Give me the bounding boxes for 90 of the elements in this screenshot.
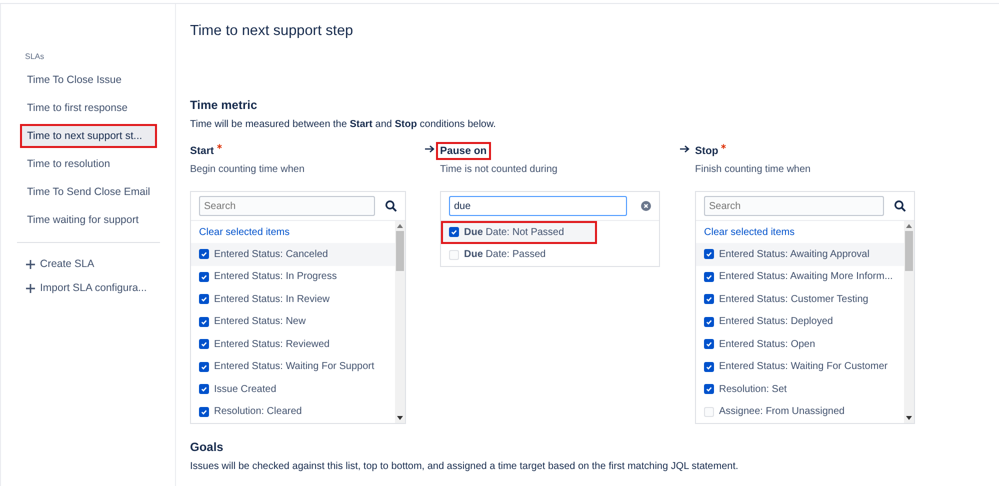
checkbox[interactable] <box>704 316 714 327</box>
option-label: Entered Status: Awaiting Approval <box>719 248 870 260</box>
checkbox[interactable] <box>704 249 714 260</box>
search-icon[interactable] <box>385 200 397 212</box>
option-label: Assignee: From Unassigned <box>719 406 845 418</box>
option-label: Due Date: Not Passed <box>464 226 564 238</box>
sidebar-item[interactable]: Time to resolution <box>20 152 157 176</box>
page-title: Time to next support step <box>190 23 354 39</box>
search-field[interactable]: due <box>449 196 627 216</box>
option-label: Entered Status: New <box>214 316 306 328</box>
option-item[interactable]: Entered Status: Waiting For Customer <box>696 356 904 378</box>
section-heading: Goals <box>190 440 224 454</box>
option-item[interactable]: Entered Status: Customer Testing <box>696 288 904 310</box>
option-label: Entered Status: Customer Testing <box>719 294 868 305</box>
option-label: Issue Created <box>214 384 276 395</box>
option-item[interactable]: Entered Status: New <box>191 310 395 333</box>
option-item[interactable]: Due Date: Not Passed <box>441 221 597 244</box>
scrollbar-thumb[interactable] <box>396 231 404 271</box>
sidebar-heading: SLAs <box>25 52 46 61</box>
sidebar-item[interactable]: Time to next support st... <box>20 124 157 148</box>
checkbox[interactable] <box>704 339 714 350</box>
checkbox[interactable] <box>199 339 209 350</box>
sidebar-item[interactable]: Time To Send Close Email <box>20 180 157 204</box>
option-item[interactable]: Entered Status: Reviewed <box>191 333 395 356</box>
checkbox[interactable] <box>199 316 209 327</box>
option-label: Entered Status: Open <box>719 338 816 350</box>
condition-label: Stop <box>694 144 720 159</box>
condition-hint: Finish counting time when <box>695 164 812 175</box>
checkbox[interactable] <box>704 362 714 372</box>
condition-label: Start <box>189 144 215 159</box>
option-label: Entered Status: Canceled <box>214 248 328 260</box>
plus-icon <box>26 260 35 268</box>
option-label: Entered Status: In Review <box>214 294 330 305</box>
clear-selected-link[interactable]: Clear selected items <box>696 221 904 243</box>
option-item[interactable]: Due Date: Passed <box>441 244 659 266</box>
option-label: Resolution: Set <box>719 384 787 395</box>
scrollbar-thumb[interactable] <box>905 231 913 271</box>
scrollbar[interactable] <box>904 221 914 423</box>
option-item[interactable]: Entered Status: Awaiting More Inform... <box>696 266 904 288</box>
scroll-down-icon[interactable] <box>397 416 403 420</box>
sidebar-action[interactable]: Create SLA <box>20 255 157 273</box>
condition-label: Pause on <box>436 142 491 160</box>
option-label: Resolution: Cleared <box>214 406 302 418</box>
scroll-up-icon[interactable] <box>397 224 403 228</box>
option-item[interactable]: Entered Status: Deployed <box>696 310 904 333</box>
checkbox[interactable] <box>449 227 459 238</box>
option-item[interactable]: Resolution: Cleared <box>191 400 395 423</box>
search-field[interactable]: Search <box>704 196 884 216</box>
option-label: Entered Status: Deployed <box>719 316 833 328</box>
option-item[interactable]: Entered Status: Waiting For Support <box>191 356 395 378</box>
scrollbar[interactable] <box>395 221 405 423</box>
checkbox[interactable] <box>199 362 209 372</box>
sidebar-item[interactable]: Time waiting for support <box>20 208 157 232</box>
section-description: Time will be measured between the Start and Stop conditions below. <box>190 119 497 130</box>
condition-hint: Time is not counted during <box>440 164 558 175</box>
option-item[interactable]: Entered Status: In Progress <box>191 266 395 288</box>
option-label: Entered Status: Waiting For Support <box>214 361 374 372</box>
option-label: Entered Status: In Progress <box>214 271 337 282</box>
option-label: Entered Status: Awaiting More Inform... <box>719 271 893 282</box>
option-item[interactable]: Entered Status: Canceled <box>191 243 395 266</box>
checkbox[interactable] <box>704 272 714 282</box>
option-label: Due Date: Passed <box>464 249 546 260</box>
option-item[interactable]: Issue Created <box>191 378 395 400</box>
option-item[interactable]: Entered Status: In Review <box>191 288 395 310</box>
checkbox[interactable] <box>704 294 714 304</box>
clear-selected-link[interactable]: Clear selected items <box>191 221 395 243</box>
option-item[interactable]: Resolution: Set <box>696 378 904 400</box>
section-description: Issues will be checked against this list, top to bottom, and assigned a time target based on the first matching JQL statement. <box>190 461 740 472</box>
scroll-up-icon[interactable] <box>906 224 912 228</box>
sidebar-item[interactable]: Time To Close Issue <box>20 68 157 92</box>
option-label: Entered Status: Reviewed <box>214 338 330 350</box>
checkbox[interactable] <box>199 294 209 304</box>
option-item[interactable]: Entered Status: Open <box>696 333 904 356</box>
sidebar-item[interactable]: Time to first response <box>20 96 157 120</box>
option-item[interactable]: Assignee: From Unassigned <box>696 400 904 423</box>
plus-icon <box>26 284 35 292</box>
checkbox[interactable] <box>199 272 209 282</box>
section-heading: Time metric <box>190 98 258 112</box>
sidebar-action[interactable]: Import SLA configura... <box>20 279 157 297</box>
search-field[interactable]: Search <box>199 196 375 216</box>
checkbox[interactable] <box>199 384 209 394</box>
scroll-down-icon[interactable] <box>906 416 912 420</box>
clear-icon[interactable] <box>641 201 651 211</box>
checkbox[interactable] <box>704 384 714 394</box>
condition-hint: Begin counting time when <box>190 164 306 175</box>
option-item[interactable]: Entered Status: Awaiting Approval <box>696 243 904 266</box>
checkbox[interactable] <box>199 249 209 260</box>
option-label: Entered Status: Waiting For Customer <box>719 361 888 372</box>
search-icon[interactable] <box>894 200 906 212</box>
checkbox[interactable] <box>199 406 209 417</box>
